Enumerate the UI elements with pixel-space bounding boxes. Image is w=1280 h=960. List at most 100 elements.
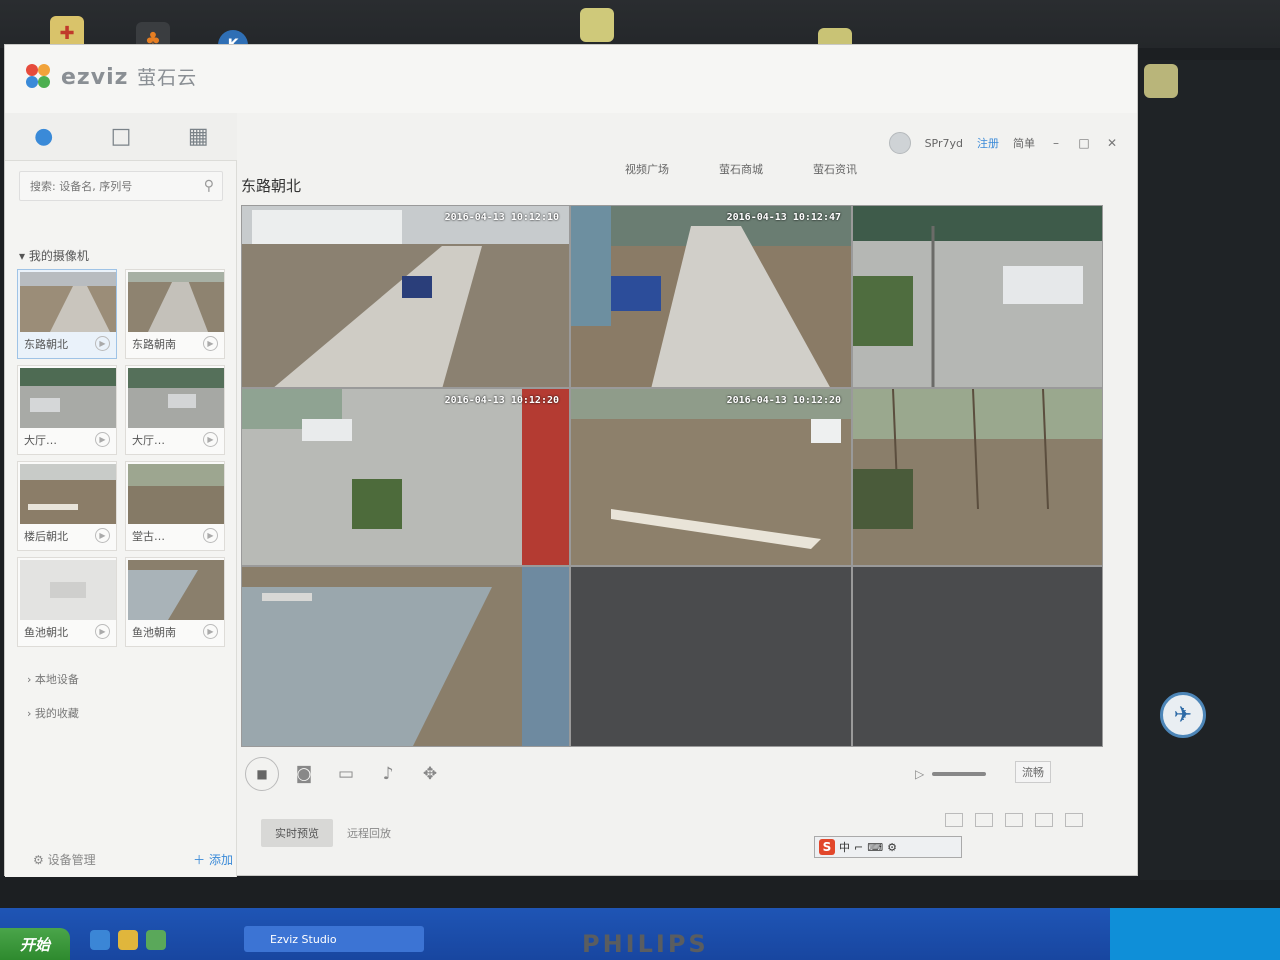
monitor-brand: PHILIPS [582,930,709,958]
layout-4-icon[interactable] [975,813,993,827]
video-frame [571,206,851,387]
video-tile[interactable] [241,566,570,747]
video-tile[interactable] [852,205,1103,388]
maximize-icon[interactable]: □ [1077,136,1091,150]
video-tile[interactable]: 2016-04-13 10:12:20 [570,388,852,566]
device-management-label: 设备管理 [47,853,96,867]
camera-thumb-image [128,464,224,524]
play-icon[interactable]: ▶ [95,624,110,639]
layout-1-icon[interactable] [945,813,963,827]
play-icon[interactable]: ▶ [95,336,110,351]
record-icon[interactable]: ▭ [329,757,363,791]
camera-thumb[interactable]: 堂古… ▶ [125,461,225,551]
quality-select[interactable]: 流畅 [1015,761,1051,783]
search-icon[interactable]: ⚲ [204,178,214,194]
nav-video-square[interactable]: 视频广场 [625,161,669,177]
camera-thumb[interactable]: 东路朝南 ▶ [125,269,225,359]
camera-icon[interactable]: ◙ [287,757,321,791]
timestamp: 2016-04-13 10:12:20 [726,395,841,406]
minimize-icon[interactable]: – [1049,136,1063,150]
video-frame [571,389,851,565]
ezviz-window: ezviz 萤石云 ● □ ▦ SPr7yd 注册 简单 – □ ✕ 视频广场 … [4,44,1138,877]
favorites-item[interactable]: › 我的收藏 [27,705,79,721]
nav-mall[interactable]: 萤石商城 [719,161,763,177]
video-tile[interactable]: 2016-04-13 10:12:10 [241,205,570,388]
camera-thumb[interactable]: 鱼池朝南 ▶ [125,557,225,647]
device-management-button[interactable]: ⚙ 设备管理 [33,851,96,868]
ime-keyboard-icon[interactable]: ⌨ [867,841,883,854]
play-icon[interactable]: ▶ [203,432,218,447]
local-devices-item[interactable]: › 本地设备 [27,671,79,687]
chevron-right-icon: › [27,707,32,720]
desktop-app-icon[interactable] [580,8,614,42]
logo-chinese: 萤石云 [137,67,198,89]
video-tile[interactable]: 2016-04-13 10:12:20 [241,388,570,566]
avatar[interactable] [888,132,911,154]
layout-16-icon[interactable] [1035,813,1053,827]
video-tile[interactable]: 2016-04-13 10:12:47 [570,205,852,388]
my-cameras-header[interactable]: ▾ 我的摄像机 [19,247,89,264]
play-icon[interactable]: ▶ [95,528,110,543]
camera-thumb[interactable]: 大厅… ▶ [125,365,225,455]
play-icon[interactable]: ▶ [203,528,218,543]
timestamp: 2016-04-13 10:12:47 [726,212,841,223]
close-icon[interactable]: ✕ [1105,136,1119,150]
video-frame [242,389,569,565]
camera-thumb[interactable]: 鱼池朝北 ▶ [17,557,117,647]
sogou-ime-icon[interactable]: S [819,839,835,855]
empty-video-tile[interactable] [852,566,1103,747]
ezviz-logo-icon [26,64,50,88]
camera-label: 楼后朝北 [24,530,68,543]
camera-thumb-image [128,560,224,620]
desktop-right-strip [1140,60,1280,880]
system-tray [1110,908,1280,960]
camera-thumb-image [20,464,116,524]
add-device-button[interactable]: ＋ 添加 [193,851,233,868]
fullscreen-icon[interactable] [1065,813,1083,827]
volume-slider[interactable] [932,772,987,776]
nav-chat-icon[interactable]: □ [82,113,159,160]
top-nav: 视频广场 萤石商城 萤石资讯 [625,161,857,177]
play-icon[interactable]: ▶ [203,336,218,351]
camera-label: 大厅… [24,434,57,447]
video-tile[interactable] [852,388,1103,566]
ptz-icon[interactable]: ✥ [413,757,447,791]
search-input[interactable] [30,179,190,193]
empty-video-tile[interactable] [570,566,852,747]
register-link[interactable]: 注册 [977,135,999,151]
start-button[interactable]: 开始 [0,928,70,960]
timestamp: 2016-04-13 10:12:10 [444,212,559,223]
camera-thumb[interactable]: 大厅… ▶ [17,365,117,455]
ie-icon[interactable] [90,930,110,950]
video-frame [853,389,1102,565]
tab-live-preview[interactable]: 实时预览 [261,819,333,847]
microphone-icon[interactable]: ♪ [371,757,405,791]
user-name[interactable]: SPr7yd [925,137,963,150]
favorites-label: 我的收藏 [34,707,79,720]
stop-icon[interactable]: ■ [245,757,279,791]
video-frame [853,206,1102,387]
camera-title: 东路朝北 [241,177,302,195]
ime-settings-icon[interactable]: ⚙ [887,841,897,854]
taskbar-ezviz-studio[interactable]: Ezviz Studio [244,926,424,952]
media-icon[interactable] [146,930,166,950]
nav-user-icon[interactable]: ● [5,113,82,160]
camera-thumb[interactable]: 楼后朝北 ▶ [17,461,117,551]
tab-remote-playback[interactable]: 远程回放 [333,819,405,847]
qq-icon[interactable] [118,930,138,950]
camera-thumb[interactable]: 东路朝北 ▶ [17,269,117,359]
play-icon[interactable]: ▶ [95,432,110,447]
video-grid: 2016-04-13 10:12:10 2016-04-13 10:12:47 [241,205,1103,747]
ime-punct-icon[interactable]: ⌐ [854,841,863,854]
play-icon[interactable]: ▶ [203,624,218,639]
timestamp: 2016-04-13 10:12:20 [444,395,559,406]
ime-mode-icon[interactable]: 中 [839,839,850,855]
user-area: SPr7yd 注册 简单 – □ ✕ [888,131,1119,155]
nav-news[interactable]: 萤石资讯 [813,161,857,177]
language-link[interactable]: 简单 [1013,135,1035,151]
assistant-ball-icon[interactable]: ✈ [1160,692,1206,738]
layout-9-icon[interactable] [1005,813,1023,827]
nav-grid-icon[interactable]: ▦ [160,113,237,160]
volume-control[interactable]: ▷ [915,767,987,781]
desktop-app-icon[interactable] [1144,64,1178,98]
